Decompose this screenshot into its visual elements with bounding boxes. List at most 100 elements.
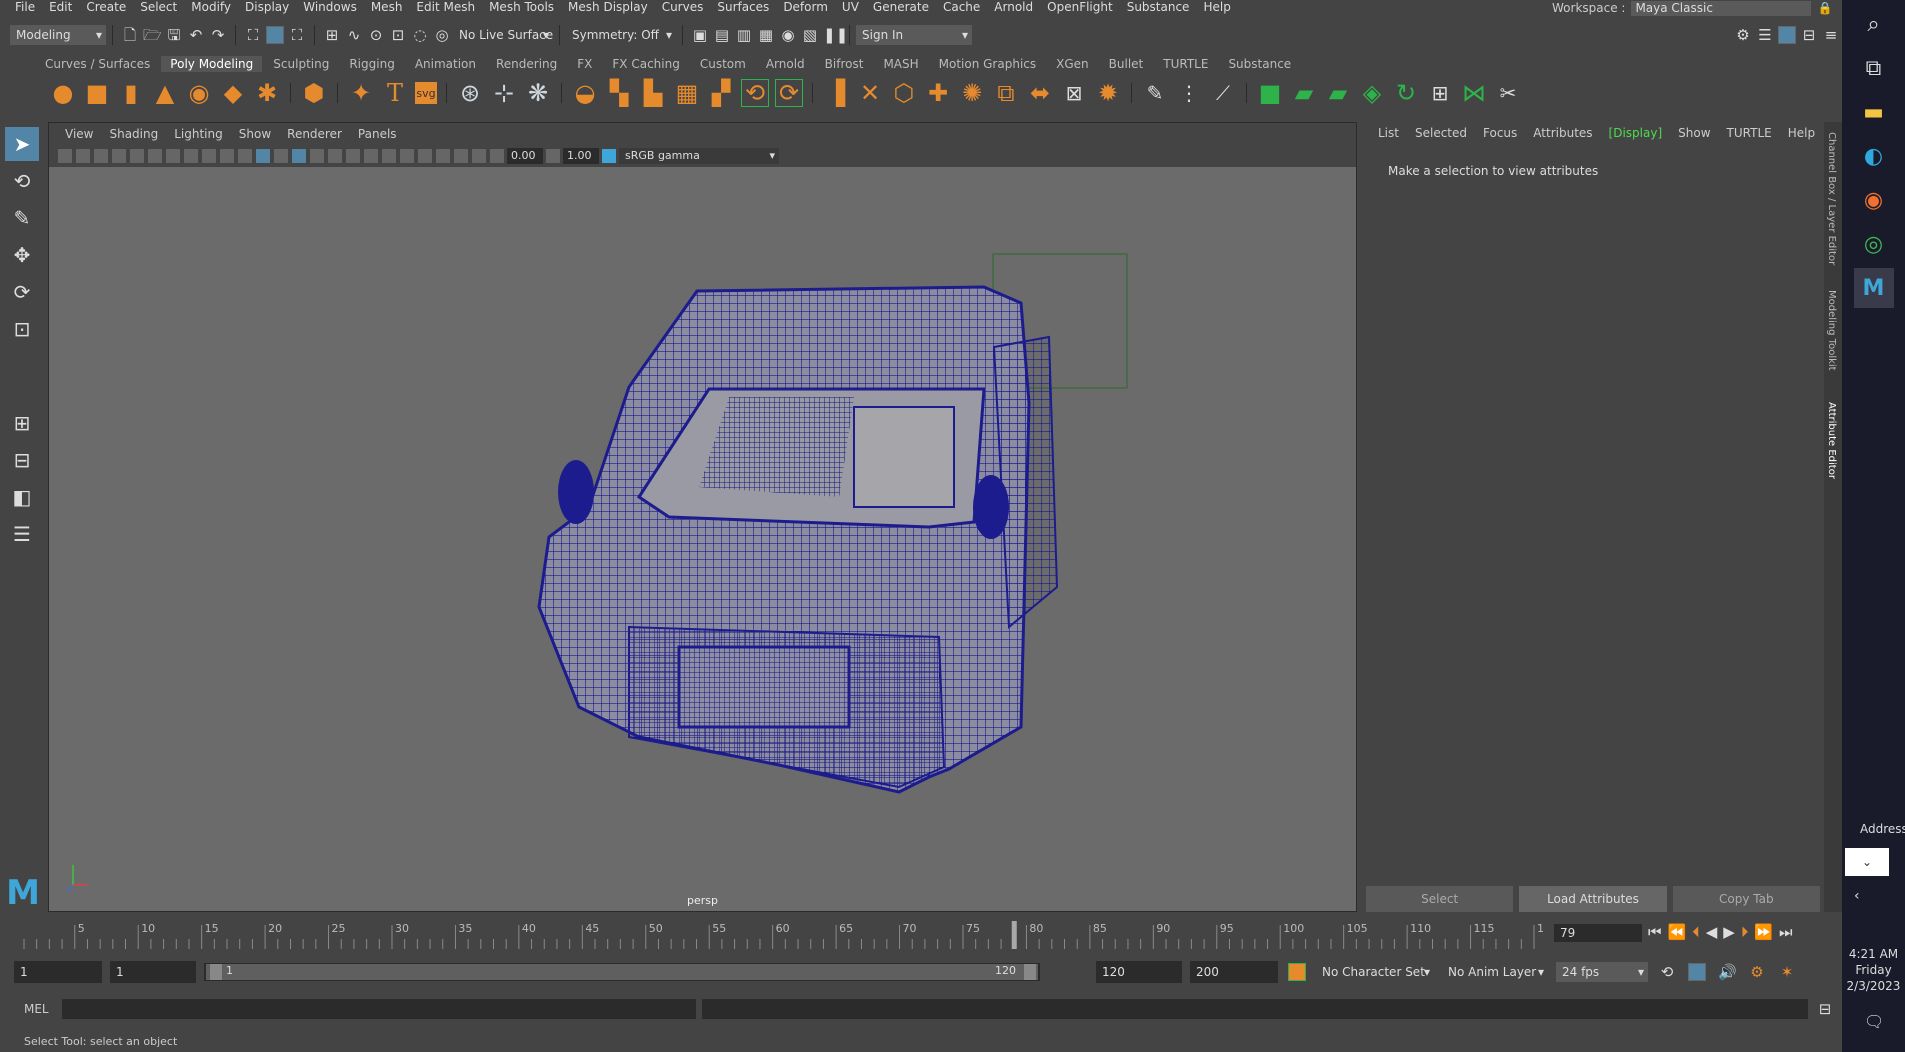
viewport-menu-lighting[interactable]: Lighting [166,127,231,141]
viewport-menu-show[interactable]: Show [231,127,279,141]
pause-render-icon[interactable]: ❚❚ [823,26,848,44]
hypershade-icon[interactable]: ◉ [779,26,797,44]
menu-create[interactable]: Create [79,0,133,14]
snap-curve-icon[interactable]: ∿ [345,26,363,44]
move-tool-icon[interactable]: ✥ [5,238,39,272]
select-tool-icon[interactable]: ➤ [5,127,39,161]
use-lights-icon[interactable] [328,149,342,163]
wedge-icon[interactable]: ⧉ [992,79,1020,107]
shelf-tab-bullet[interactable]: Bullet [1100,56,1153,72]
sound-icon[interactable]: 🔊 [1718,963,1737,981]
tab-channel-box[interactable]: Channel Box / Layer Editor [1826,132,1837,265]
viewport-menu-renderer[interactable]: Renderer [279,127,350,141]
camera-attributes-icon[interactable] [76,149,90,163]
lasso-tool-icon[interactable]: ⟲ [5,164,39,198]
select-camera-icon[interactable] [58,149,72,163]
step-back-key-icon[interactable]: ⏪ [1668,923,1687,941]
animation-start-field[interactable]: 1 [14,961,102,983]
step-forward-frame-icon[interactable]: ⏵ [1741,923,1749,941]
mirror-icon[interactable]: ⊠ [1060,79,1088,107]
channel-box-toggle-icon[interactable]: ☰ [1756,26,1774,44]
play-backward-icon[interactable]: ◀ [1706,923,1718,941]
poly-cube-icon[interactable]: ■ [83,79,111,107]
ipr-render-icon[interactable]: ▥ [735,26,753,44]
smooth-shade-icon[interactable] [256,149,270,163]
live-surface-field[interactable]: No Live Surface [453,25,553,45]
script-editor-icon[interactable]: ⊟ [1816,1000,1834,1018]
viewport-menu-view[interactable]: View [57,127,101,141]
current-time-indicator[interactable] [1011,921,1017,949]
rotate-tool-icon[interactable]: ⟳ [5,275,39,309]
firefox-icon[interactable]: ◉ [1854,180,1894,220]
platonic-solid-icon[interactable]: ⬢ [300,79,328,107]
extract-icon[interactable]: ⬌ [1026,79,1054,107]
poly-cylinder-icon[interactable]: ▮ [117,79,145,107]
uv-camera-based-icon[interactable]: ↻ [1392,79,1420,107]
wireframe-icon[interactable] [238,149,252,163]
poly-plane-icon[interactable]: ◆ [219,79,247,107]
single-perspective-layout-icon[interactable]: ⊞ [5,406,39,440]
address-dropdown-icon[interactable]: ⌄ [1845,848,1889,876]
poly-torus-icon[interactable]: ◉ [185,79,213,107]
bridge-icon[interactable]: ▚ [605,79,633,107]
command-input[interactable] [62,999,696,1019]
scale-tool-icon[interactable]: ⊡ [5,312,39,346]
shelf-tab-rendering[interactable]: Rendering [487,56,566,72]
shadows-icon[interactable] [346,149,360,163]
duplicate-face-icon[interactable]: ✹ [1094,79,1122,107]
shelf-tab-substance[interactable]: Substance [1219,56,1300,72]
modeling-toolkit-icon[interactable]: ⚙ [1734,26,1752,44]
snap-vertex-icon[interactable]: ◎ [433,26,451,44]
menu-generate[interactable]: Generate [866,0,936,14]
chevron-left-icon[interactable]: ‹ [1854,888,1860,904]
menu-openflight[interactable]: OpenFlight [1040,0,1120,14]
menu-help[interactable]: Help [1196,0,1237,14]
range-slider[interactable]: 1 120 [204,963,1040,981]
task-view-icon[interactable]: ⧉ [1854,48,1894,88]
xray-icon[interactable] [436,149,450,163]
poly-disc-icon[interactable]: ✱ [253,79,281,107]
combine-icon[interactable]: ⊛ [456,79,484,107]
playback-end-field[interactable]: 120 [1096,961,1182,983]
step-forward-key-icon[interactable]: ⏩ [1754,923,1773,941]
sculpt-pencil-icon[interactable]: ✎ [1141,79,1169,107]
wireframe-on-shaded-icon[interactable] [292,149,306,163]
paint-select-tool-icon[interactable]: ✎ [5,201,39,235]
exposure-field[interactable]: 0.00 [507,148,543,164]
anti-aliasing-icon[interactable] [400,149,414,163]
film-gate-icon[interactable] [148,149,162,163]
target-weld-icon[interactable]: ⟳ [775,79,803,107]
character-set-dropdown[interactable]: No Character Set [1316,962,1434,982]
arnold-render-icon[interactable]: ▧ [801,26,819,44]
viewport-menu-panels[interactable]: Panels [350,127,405,141]
maya-taskbar-icon[interactable]: M [1853,268,1894,308]
uv-unfold-icon[interactable]: ⋈ [1460,79,1488,107]
edge-browser-icon[interactable]: ◐ [1854,136,1894,176]
shelf-tab-sculpting[interactable]: Sculpting [264,56,338,72]
snap-surface-icon[interactable]: ◌ [411,26,429,44]
poly-cone-icon[interactable]: ▲ [151,79,179,107]
shelf-tab-bifrost[interactable]: Bifrost [816,56,873,72]
field-chart-icon[interactable] [202,149,216,163]
smooth-icon[interactable]: ❋ [524,79,552,107]
undo-icon[interactable]: ↶ [187,26,205,44]
append-polygon-icon[interactable]: ▦ [673,79,701,107]
animation-end-field[interactable]: 200 [1190,961,1278,983]
fps-dropdown[interactable]: 24 fps [1556,962,1648,982]
shelf-tab-motion-graphics[interactable]: Motion Graphics [930,56,1046,72]
menu-modify[interactable]: Modify [184,0,238,14]
3d-scene[interactable]: persp [49,167,1356,911]
exposure-icon[interactable] [490,149,504,163]
shelf-tab-custom[interactable]: Custom [691,56,755,72]
uv-cylindrical-icon[interactable]: ▰ [1290,79,1318,107]
bevel-icon[interactable]: ◒ [571,79,599,107]
attr-menu-display[interactable]: [Display] [1601,126,1671,140]
menu-set-dropdown[interactable]: Modeling [10,25,106,45]
van-wireframe-model[interactable] [49,167,1356,911]
tab-modeling-toolkit[interactable]: Modeling Toolkit [1826,290,1837,371]
tool-settings-toggle-icon[interactable]: ⊟ [1800,26,1818,44]
fill-hole-icon[interactable]: ▞ [707,79,735,107]
attr-menu-selected[interactable]: Selected [1407,126,1475,140]
gamma-field[interactable]: 1.00 [563,148,599,164]
shelf-tab-poly-modeling[interactable]: Poly Modeling [161,56,263,72]
